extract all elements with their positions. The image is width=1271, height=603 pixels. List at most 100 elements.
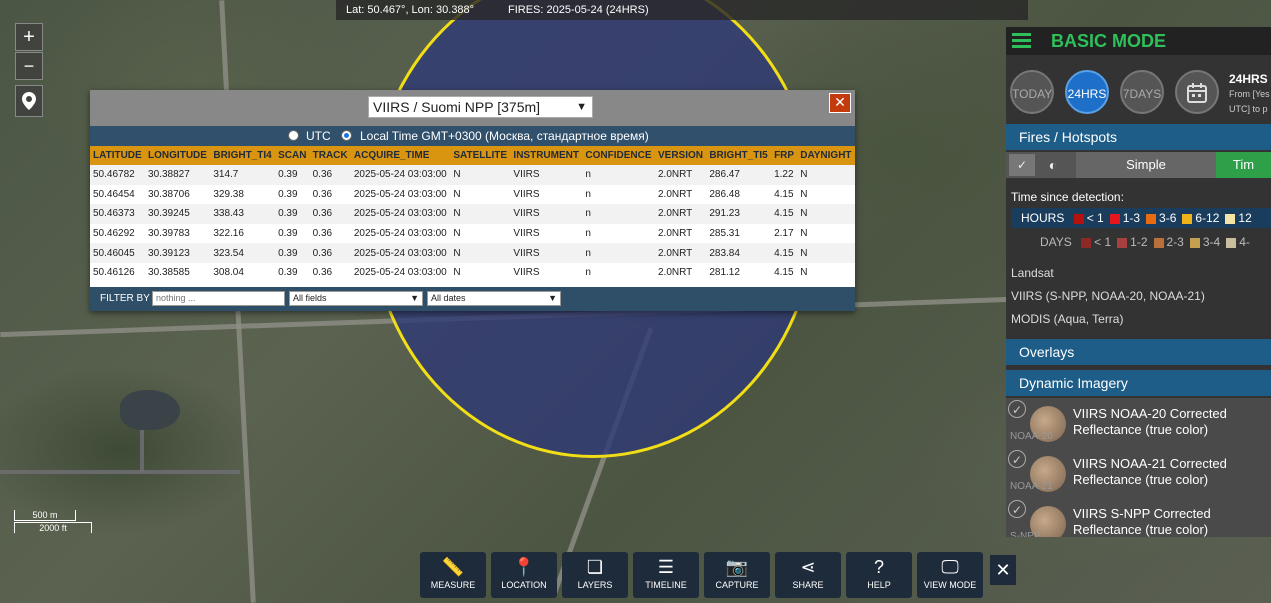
calendar-button[interactable] (1175, 70, 1219, 114)
timeline-button[interactable]: ☰ TIMELINE (633, 552, 699, 598)
fires-controls-row: ✓ ◐ Simple Tim (1006, 152, 1271, 178)
fields-select[interactable]: All fields ▼ (289, 291, 423, 306)
table-row[interactable]: 50.46454 30.38706 329.38 0.39 0.36 2025-05-24… (90, 184, 855, 205)
close-toolbar-button[interactable]: ✕ (990, 555, 1016, 585)
column-header[interactable]: ACQUIRE_TIME (350, 146, 451, 165)
7days-button[interactable]: 7DAYS (1120, 70, 1164, 114)
ruler-icon: 📏 (441, 557, 465, 577)
24hrs-button[interactable]: 24HRS (1065, 70, 1109, 114)
table-cell: 285.31 (706, 223, 772, 244)
timezone-selector: UTC Local Time GMT+0300 (Москва, стандар… (90, 126, 855, 146)
dates-select-value: All dates (431, 293, 466, 303)
table-cell: n (582, 204, 655, 224)
viirs-source[interactable]: VIIRS (S-NPP, NOAA-20, NOAA-21) (1011, 289, 1205, 303)
layers-button[interactable]: ❏ LAYERS (562, 552, 628, 598)
table-row[interactable]: 50.46045 30.39123 323.54 0.39 0.36 2025-05-24… (90, 243, 855, 263)
filter-bar: FILTER BY All fields ▼ All dates ▼ (90, 287, 855, 311)
column-header[interactable]: LONGITUDE (145, 146, 211, 165)
column-header[interactable]: LATITUDE (90, 146, 146, 165)
table-row[interactable]: 50.46126 30.38585 308.04 0.39 0.36 2025-05-24… (90, 262, 855, 283)
mode-title: BASIC MODE (1051, 31, 1167, 51)
fires-hotspots-section[interactable]: Fires / Hotspots (1006, 124, 1271, 150)
checkmark-icon[interactable]: ✓ (1009, 154, 1035, 176)
column-header[interactable]: VERSION (655, 146, 707, 165)
table-cell: 50.46126 (90, 262, 146, 283)
help-button[interactable]: ? HELP (846, 552, 912, 598)
table-cell: 323.54 (210, 243, 276, 263)
filter-input[interactable] (153, 292, 282, 304)
column-header[interactable]: SATELLITE (450, 146, 511, 165)
time-tab[interactable]: Tim (1216, 152, 1271, 178)
location-button[interactable]: 📍 LOCATION (491, 552, 557, 598)
table-cell: 2.17 (771, 223, 798, 244)
tool-label: LOCATION (501, 580, 547, 590)
column-header[interactable]: BRIGHT_TI5 (706, 146, 772, 165)
checkmark-icon[interactable]: ✓ (1008, 500, 1026, 518)
table-cell: VIIRS (510, 204, 583, 224)
hamburger-menu-icon[interactable] (1012, 33, 1031, 49)
legend-swatch (1182, 213, 1193, 224)
tool-label: LAYERS (577, 580, 613, 590)
filter-field[interactable] (152, 291, 285, 306)
share-button[interactable]: ⋖ SHARE (775, 552, 841, 598)
column-header[interactable]: FRP (771, 146, 798, 165)
contrast-icon[interactable]: ◐ (1040, 154, 1066, 176)
table-cell: 30.39245 (145, 204, 211, 224)
landsat-source[interactable]: Landsat (1011, 266, 1054, 280)
dates-select[interactable]: All dates ▼ (427, 291, 561, 306)
table-cell: 314.7 (210, 165, 276, 185)
table-row[interactable]: 50.46292 30.39783 322.16 0.39 0.36 2025-05-24… (90, 223, 855, 244)
legend-label: 3-4 (1202, 235, 1221, 249)
dynamic-imagery-section[interactable]: Dynamic Imagery (1006, 370, 1271, 396)
table-cell: 2025-05-24 03:03:00 (350, 184, 451, 205)
view-mode-button[interactable]: 🖵 VIEW MODE (917, 552, 983, 598)
close-popup-button[interactable]: ✕ (829, 93, 851, 113)
table-cell: 30.38706 (145, 184, 211, 205)
today-button[interactable]: TODAY (1010, 70, 1054, 114)
table-cell: 322.16 (210, 223, 276, 244)
table-cell: N (450, 223, 511, 244)
checkmark-icon[interactable]: ✓ (1008, 450, 1026, 468)
table-cell: 0.39 (275, 223, 310, 244)
table-cell: 0.39 (275, 184, 310, 205)
location-pin-button[interactable] (15, 85, 43, 117)
tool-label: TIMELINE (645, 580, 687, 590)
table-cell: 0.36 (309, 262, 351, 283)
sensor-select-value: VIIRS / Suomi NPP [375m] (373, 99, 541, 115)
table-cell: 50.46782 (90, 165, 146, 185)
measure-button[interactable]: 📏 MEASURE (420, 552, 486, 598)
table-cell: 4.15 (771, 243, 798, 263)
utc-radio[interactable] (288, 130, 299, 141)
imagery-layer-item[interactable]: ✓ NOAA-20 VIIRS NOAA-20 Corrected Reflecta… (1006, 398, 1271, 449)
help-icon: ? (873, 557, 884, 577)
simple-tab[interactable]: Simple (1076, 152, 1216, 178)
column-header[interactable]: BRIGHT_TI4 (210, 146, 276, 165)
column-header[interactable]: INSTRUMENT (510, 146, 583, 165)
imagery-layer-item[interactable]: ✓ NOAA-21 VIIRS NOAA-21 Corrected Reflecta… (1006, 448, 1271, 499)
hours-legend[interactable]: HOURS < 1 1-3 3-6 6-12 12 (1011, 208, 1271, 228)
days-legend[interactable]: DAYS < 1 1-2 2-3 3-4 4- (1011, 232, 1271, 252)
table-cell: N (797, 243, 855, 263)
chevron-down-icon: ▼ (410, 293, 419, 303)
table-cell: 4.15 (771, 262, 798, 283)
table-row[interactable]: 50.46373 30.39245 338.43 0.39 0.36 2025-05-24… (90, 204, 855, 224)
overlays-section[interactable]: Overlays (1006, 339, 1271, 365)
local-time-radio[interactable] (341, 130, 352, 141)
column-header[interactable]: SCAN (275, 146, 310, 165)
column-header[interactable]: DAYNIGHT (797, 146, 855, 165)
column-header[interactable]: TRACK (309, 146, 351, 165)
imagery-layer-item[interactable]: ✓ S-NPP VIIRS S-NPP Corrected Reflectance … (1006, 498, 1271, 537)
zoom-in-button[interactable]: + (15, 23, 43, 51)
legend-swatch (1073, 213, 1084, 224)
zoom-out-button[interactable]: − (15, 52, 43, 80)
table-cell: 50.46373 (90, 204, 146, 224)
legend-swatch (1226, 237, 1237, 248)
column-header[interactable]: CONFIDENCE (582, 146, 655, 165)
checkmark-icon[interactable]: ✓ (1008, 400, 1026, 418)
sensor-select[interactable]: VIIRS / Suomi NPP [375m] ▼ (368, 96, 593, 118)
table-cell: 4.15 (771, 184, 798, 205)
hours-label: HOURS (1021, 211, 1065, 225)
table-row[interactable]: 50.46782 30.38827 314.7 0.39 0.36 2025-05-24 … (90, 165, 855, 185)
modis-source[interactable]: MODIS (Aqua, Terra) (1011, 312, 1123, 326)
capture-button[interactable]: 📷 CAPTURE (704, 552, 770, 598)
